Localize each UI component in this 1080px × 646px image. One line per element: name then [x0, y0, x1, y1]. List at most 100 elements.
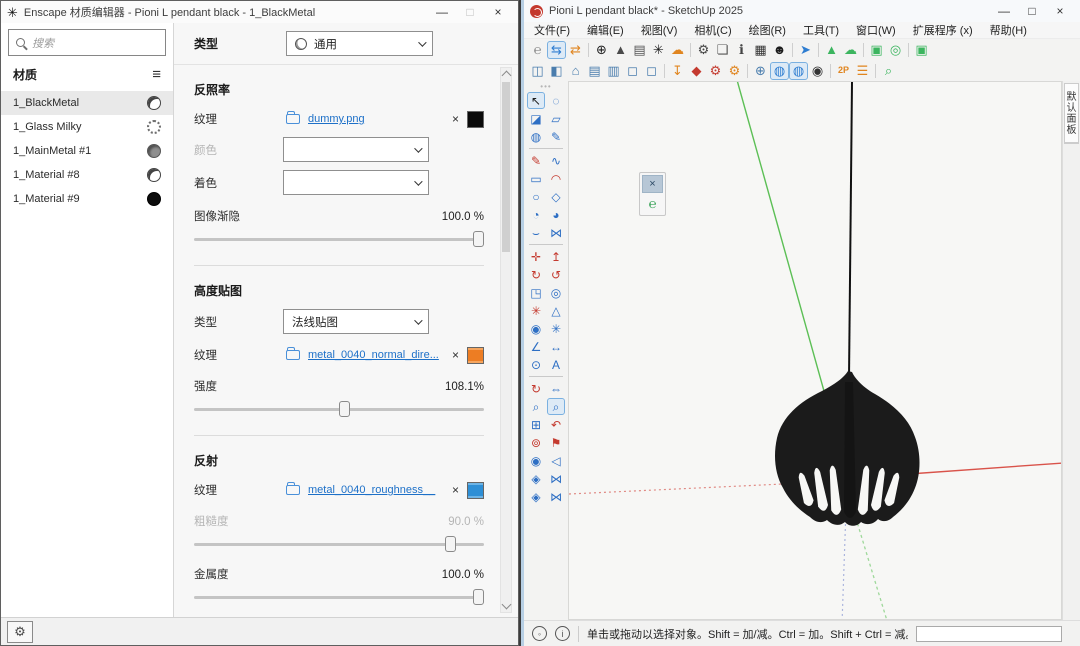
pendant-cord[interactable]	[849, 82, 852, 378]
dimension-tool-icon[interactable]: ↔	[547, 338, 565, 355]
cloud-upload-icon[interactable]: ☁	[668, 41, 687, 59]
menu-draw[interactable]: 绘图(R)	[749, 22, 786, 38]
gear-red-icon[interactable]: ⚙	[706, 62, 725, 80]
shield-flame-icon[interactable]: ▲	[611, 41, 630, 59]
menu-tools[interactable]: 工具(T)	[803, 22, 839, 38]
roughness-texture-link[interactable]: metal_0040_roughness__	[308, 484, 444, 496]
new-model-icon[interactable]: ◫	[528, 62, 547, 80]
sketchup-titlebar[interactable]: Pioni L pendant black* - SketchUp 2025 —…	[524, 0, 1080, 22]
two-point-arc-icon[interactable]: ◔	[527, 206, 545, 223]
push-pull-tool-icon[interactable]: ↥	[547, 248, 565, 265]
asset-library-icon[interactable]: ▤	[630, 41, 649, 59]
section-display-icon[interactable]: ⋈	[547, 488, 565, 505]
protractor-tool-icon[interactable]: ∠	[527, 338, 545, 355]
info-icon[interactable]: ℹ	[732, 41, 751, 59]
enscape-titlebar[interactable]: ✳ Enscape 材质编辑器 - Pioni L pendant black …	[1, 1, 518, 23]
softened-edges-icon[interactable]: △	[547, 302, 565, 319]
feedback-bubble-icon[interactable]: ❏	[713, 41, 732, 59]
eraser-tool-icon[interactable]: ◪	[527, 110, 545, 127]
settings-gear-icon[interactable]: ⚙	[694, 41, 713, 59]
scroll-up-icon[interactable]	[502, 71, 512, 81]
slider-thumb[interactable]	[445, 536, 456, 552]
enscape-view-sync-icon[interactable]: ⇄	[566, 41, 585, 59]
search-input[interactable]: 搜索	[8, 29, 166, 56]
rotate-tool-icon[interactable]: ↻	[527, 266, 545, 283]
maximize-button[interactable]: □	[1018, 4, 1046, 18]
export-diamond-icon[interactable]: ◆	[687, 62, 706, 80]
select-tool-icon[interactable]: ↖	[527, 92, 545, 109]
cart-icon[interactable]: ▦	[751, 41, 770, 59]
metallic-slider[interactable]	[194, 588, 484, 606]
menu-window[interactable]: 窗口(W)	[856, 22, 896, 38]
view-3d-icon[interactable]: ◍	[770, 62, 789, 80]
enscape-object-icon[interactable]: ℮	[642, 193, 663, 213]
menu-camera[interactable]: 相机(C)	[694, 22, 731, 38]
material-flower-icon[interactable]: ✳	[649, 41, 668, 59]
offset-tool-icon[interactable]: ◎	[547, 284, 565, 301]
minimize-button[interactable]: —	[428, 5, 456, 19]
walk-tool-icon[interactable]: ⚑	[547, 434, 565, 451]
minimize-button[interactable]: —	[990, 4, 1018, 18]
geolocation-icon[interactable]: ◦	[532, 626, 547, 641]
albedo-texture-link[interactable]: dummy.png	[308, 113, 444, 125]
stamp-tool-icon[interactable]: ▱	[547, 110, 565, 127]
view-3d-alt-icon[interactable]: ◍	[789, 62, 808, 80]
settings-gear-button[interactable]: ⚙	[7, 621, 33, 643]
normal-map-swatch[interactable]	[467, 347, 484, 364]
arc-tool-icon[interactable]: ◠	[547, 170, 565, 187]
freehand-tool-icon[interactable]: ∿	[547, 152, 565, 169]
remove-texture-icon[interactable]: ×	[452, 348, 459, 362]
color-dropdown[interactable]	[283, 137, 429, 162]
text-3d-tool-icon[interactable]: A	[547, 356, 565, 373]
slider-thumb[interactable]	[473, 589, 484, 605]
enscape-logo-icon[interactable]: ℮	[528, 41, 547, 59]
doc-paste-icon[interactable]: ▥	[604, 62, 623, 80]
position-camera-icon[interactable]: ⊚	[527, 434, 545, 451]
line-tool-icon[interactable]: ✎	[527, 152, 545, 169]
previous-view-icon[interactable]: ↶	[547, 416, 565, 433]
two-point-icon[interactable]: 2P	[834, 62, 853, 80]
import-down-icon[interactable]: ↧	[668, 62, 687, 80]
material-row-glass-milky[interactable]: 1_Glass Milky	[1, 115, 173, 139]
scroll-down-icon[interactable]	[502, 600, 512, 610]
polygon-tool-icon[interactable]: ◇	[547, 188, 565, 205]
default-panel-tab[interactable]: 默认面板	[1064, 83, 1079, 144]
model-viewport[interactable]: × ℮	[568, 81, 1062, 620]
remove-texture-icon[interactable]: ×	[452, 483, 459, 497]
lasso-tool-icon[interactable]: ◌	[547, 92, 565, 109]
menu-help[interactable]: 帮助(H)	[990, 22, 1027, 38]
tape-measure-icon[interactable]: ⊙	[527, 356, 545, 373]
credits-info-icon[interactable]: i	[555, 626, 570, 641]
axes-tool-icon[interactable]: ✳	[547, 320, 565, 337]
account-icon[interactable]: ☻	[770, 41, 789, 59]
menu-icon[interactable]: ≡	[152, 67, 161, 82]
height-type-dropdown[interactable]: 法线贴图	[283, 309, 429, 334]
section-plane-icon[interactable]: ◈	[527, 470, 545, 487]
image-fade-slider[interactable]	[194, 230, 484, 248]
field-of-view-icon[interactable]: ◁	[547, 452, 565, 469]
roughness-slider[interactable]	[194, 535, 484, 553]
menu-file[interactable]: 文件(F)	[534, 22, 570, 38]
orbit-tool-icon[interactable]: ↻	[527, 380, 545, 397]
zoom-extents-icon[interactable]: ⊞	[527, 416, 545, 433]
pan-tool-icon[interactable]: ⇔	[547, 380, 565, 397]
location-pin-icon[interactable]: ◎	[886, 41, 905, 59]
intersect-tool-icon[interactable]: ✳	[527, 302, 545, 319]
slider-thumb[interactable]	[473, 231, 484, 247]
circle-tool-icon[interactable]: ○	[527, 188, 545, 205]
folder-icon[interactable]	[286, 350, 300, 360]
menu-edit[interactable]: 编辑(E)	[587, 22, 624, 38]
doc-copy-icon[interactable]: ▤	[585, 62, 604, 80]
material-row-mainmetal[interactable]: 1_MainMetal #1	[1, 139, 173, 163]
palette-drag-handle[interactable]: •••	[540, 84, 551, 92]
search-green-icon[interactable]: ⌕	[879, 62, 898, 80]
page-icon[interactable]: ◻	[623, 62, 642, 80]
save-model-icon[interactable]: ▣	[867, 41, 886, 59]
gear-orange-icon[interactable]: ⚙	[725, 62, 744, 80]
material-type-dropdown[interactable]: 通用	[286, 31, 433, 56]
scale-tool-icon[interactable]: ◳	[527, 284, 545, 301]
zoom-window-icon[interactable]: ⌕	[547, 398, 565, 415]
close-button[interactable]: ×	[1046, 4, 1074, 18]
page-alt-icon[interactable]: ◻	[642, 62, 661, 80]
bezier-tool-icon[interactable]: ⋈	[547, 224, 565, 241]
